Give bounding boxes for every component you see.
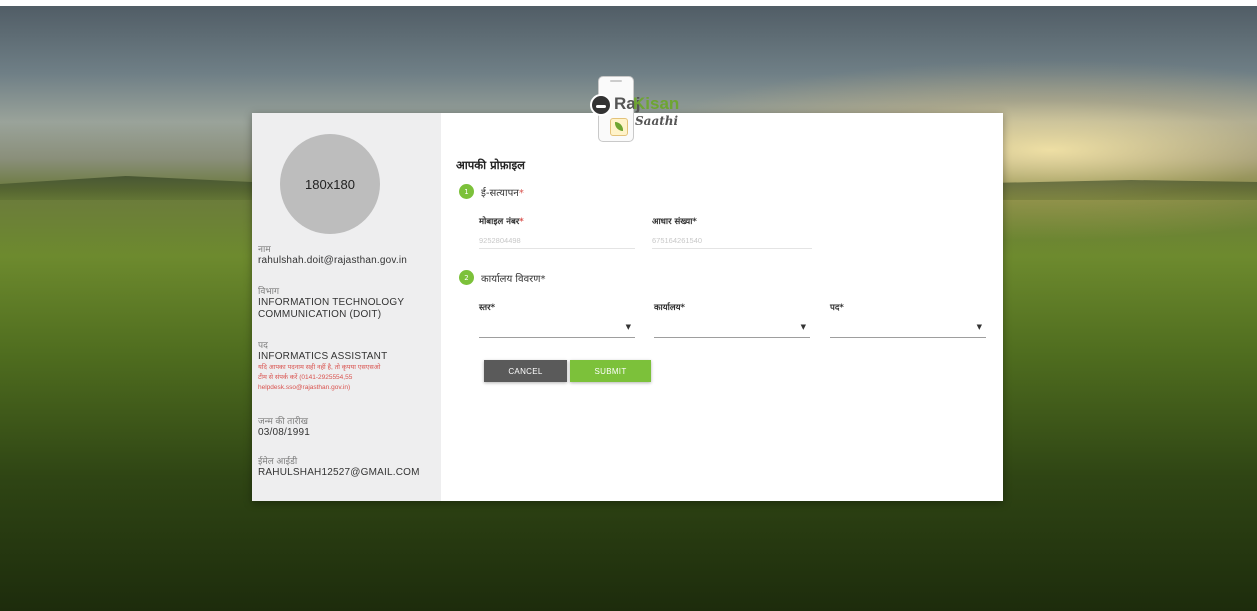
step1-number-badge: 1 bbox=[459, 184, 474, 199]
mobile-number-field[interactable] bbox=[479, 232, 635, 249]
email-label: ईमेल आईडी bbox=[258, 456, 298, 466]
step1-required-mark: * bbox=[518, 188, 524, 199]
profile-card: 180x180 नाम rahulshah.doit@rajasthan.gov… bbox=[252, 113, 1003, 501]
step2-label: कार्यालय विवरण* bbox=[481, 274, 546, 285]
mobile-label-wrap: मोबाइल नंबर* bbox=[479, 216, 524, 227]
chevron-down-icon: ▼ bbox=[976, 323, 982, 331]
post-select[interactable]: ▼ bbox=[830, 319, 986, 338]
page-title: आपकी प्रोफ़ाइल bbox=[456, 158, 525, 172]
step1-heading: ई-सत्यापन* bbox=[481, 185, 524, 199]
email-value: RAHULSHAH12527@GMAIL.COM bbox=[258, 467, 420, 478]
department-value-line2: COMMUNICATION (DOIT) bbox=[258, 309, 382, 320]
chevron-down-icon: ▼ bbox=[800, 323, 806, 331]
level-label: स्तर* bbox=[479, 303, 496, 313]
post-value: INFORMATICS ASSISTANT bbox=[258, 351, 388, 362]
dob-block: जन्म की तारीख 03/08/1991 bbox=[258, 415, 438, 439]
department-label: विभाग bbox=[258, 286, 280, 296]
office-select[interactable]: ▼ bbox=[654, 319, 810, 338]
logo-text-kisan: Kisan bbox=[633, 94, 680, 113]
department-block: विभाग INFORMATION TECHNOLOGY COMMUNICATI… bbox=[258, 285, 438, 321]
step2-number-badge: 2 bbox=[459, 270, 474, 285]
cancel-button[interactable]: CANCEL bbox=[484, 360, 567, 382]
farmer-face-icon bbox=[590, 94, 612, 116]
post-select-label: पद* bbox=[830, 303, 844, 313]
level-select[interactable]: ▼ bbox=[479, 319, 635, 338]
profile-sidebar: 180x180 नाम rahulshah.doit@rajasthan.gov… bbox=[252, 113, 441, 501]
logo-text-saathi: Saathi bbox=[635, 114, 679, 128]
dob-label: जन्म की तारीख bbox=[258, 416, 309, 426]
chevron-down-icon: ▼ bbox=[625, 323, 631, 331]
post-warning-line3: helpdesk.sso@rajasthan.gov.in) bbox=[258, 384, 351, 391]
leaf-icon bbox=[610, 118, 628, 136]
office-label: कार्यालय* bbox=[654, 303, 685, 313]
name-value: rahulshah.doit@rajasthan.gov.in bbox=[258, 255, 408, 266]
dob-value: 03/08/1991 bbox=[258, 427, 311, 438]
post-block: पद INFORMATICS ASSISTANT यदि आपका पदनाम … bbox=[258, 339, 438, 393]
post-warning-line1: यदि आपका पदनाम सही नहीं है, तो कृपया एसए… bbox=[258, 364, 381, 371]
step1-label: ई-सत्यापन bbox=[481, 188, 519, 199]
top-strip bbox=[0, 0, 1257, 6]
post-warning-line2: टीम से संपर्क करें (0141-2925554,55 bbox=[258, 374, 353, 381]
name-label: नाम bbox=[258, 244, 271, 254]
mobile-label: मोबाइल नंबर bbox=[479, 217, 520, 227]
profile-form: आपकी प्रोफ़ाइल 1 ई-सत्यापन* मोबाइल नंबर*… bbox=[441, 113, 1003, 501]
avatar: 180x180 bbox=[280, 134, 380, 234]
phone-speaker bbox=[610, 80, 622, 82]
name-block: नाम rahulshah.doit@rajasthan.gov.in bbox=[258, 243, 438, 267]
rajkisan-saathi-logo: Raj Kisan Saathi bbox=[586, 74, 696, 144]
department-value-line1: INFORMATION TECHNOLOGY bbox=[258, 297, 405, 308]
post-label: पद bbox=[258, 340, 268, 350]
submit-button[interactable]: SUBMIT bbox=[570, 360, 651, 382]
aadhaar-label: आधार संख्या* bbox=[652, 217, 697, 227]
mobile-required-mark: * bbox=[519, 217, 524, 227]
email-block: ईमेल आईडी RAHULSHAH12527@GMAIL.COM bbox=[258, 455, 438, 479]
aadhaar-number-field[interactable] bbox=[652, 232, 812, 249]
